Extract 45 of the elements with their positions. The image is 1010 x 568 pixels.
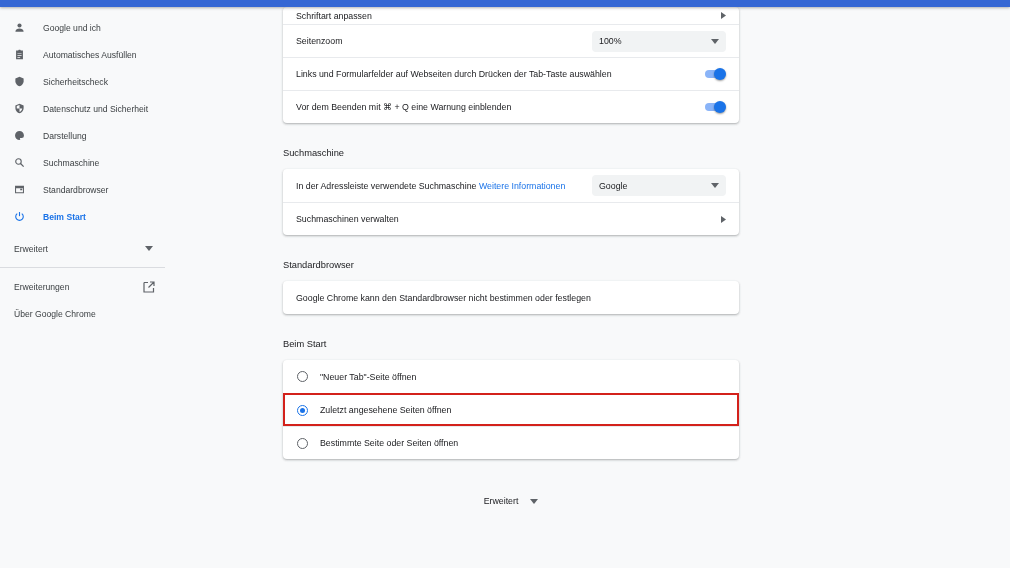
caret-icon — [530, 498, 539, 504]
sidebar-icon — [14, 76, 25, 87]
sidebar-icon — [14, 22, 25, 33]
caret-icon — [711, 183, 719, 188]
more-info-link[interactable]: Weitere Informationen — [478, 180, 566, 191]
external-link-icon — [143, 280, 155, 293]
sidebar-item[interactable]: Darstellung — [0, 122, 165, 149]
row-label: In der Adressleiste verwendete Suchmaschine Weitere Informationen — [296, 180, 567, 191]
settings-row[interactable]: Schriftart anpassen — [283, 7, 739, 24]
sidebar-item[interactable]: Standardbrowser — [0, 176, 165, 203]
sidebar-item[interactable]: Suchmaschine — [0, 149, 165, 176]
sidebar-item[interactable]: Datenschutz und Sicherheit — [0, 95, 165, 122]
sidebar-item[interactable]: Automatisches Ausfüllen — [0, 41, 165, 68]
row-label: Vor dem Beenden mit ⌘ + Q eine Warnung einblenden — [296, 102, 513, 112]
radio-label[interactable]: "Neuer Tab"-Seite öffnen — [320, 371, 726, 382]
advanced-button[interactable]: Erweitert — [479, 493, 543, 509]
row-label: Links und Formularfelder auf Webseiten durch Drücken der Tab-Taste auswählen — [296, 69, 613, 79]
sidebar-link[interactable]: Erweiterungen — [0, 273, 165, 300]
sidebar-item[interactable]: Google und ich — [0, 14, 165, 41]
section-heading: Beim Start — [283, 339, 327, 349]
sidebar-item[interactable]: Sicherheitscheck — [0, 68, 165, 95]
section-heading: Suchmaschine — [283, 148, 344, 158]
sidebar-icon — [14, 157, 25, 168]
caret-icon — [145, 246, 153, 251]
sidebar-link[interactable]: Über Google Chrome — [0, 300, 165, 327]
sidebar-advanced[interactable]: Erweitert — [0, 235, 165, 262]
row-text: Google Chrome kann den Standardbrowser nicht bestimmen oder festlegen — [296, 292, 592, 303]
sidebar-icon — [14, 130, 25, 141]
sidebar-icon — [14, 184, 25, 195]
radio-label[interactable]: Zuletzt angesehene Seiten öffnen — [320, 405, 726, 415]
settings-row[interactable]: Suchmaschinen verwalten — [283, 202, 739, 235]
toggle-switch[interactable] — [704, 101, 726, 113]
sidebar-item[interactable]: Beim Start — [0, 203, 165, 230]
arrow-icon — [721, 12, 726, 19]
toggle-switch[interactable] — [704, 68, 726, 80]
radio-label[interactable]: Bestimmte Seite oder Seiten öffnen — [320, 438, 726, 448]
dropdown[interactable]: 100% — [592, 30, 726, 52]
sidebar-icon — [14, 211, 25, 222]
section-heading: Standardbrowser — [283, 260, 354, 270]
dropdown[interactable]: Google — [592, 175, 726, 196]
row-label: Seitenzoom — [296, 36, 344, 46]
caret-icon — [711, 38, 719, 44]
arrow-icon — [721, 215, 726, 223]
sidebar-icon — [14, 103, 25, 114]
sidebar-icon — [14, 49, 25, 60]
